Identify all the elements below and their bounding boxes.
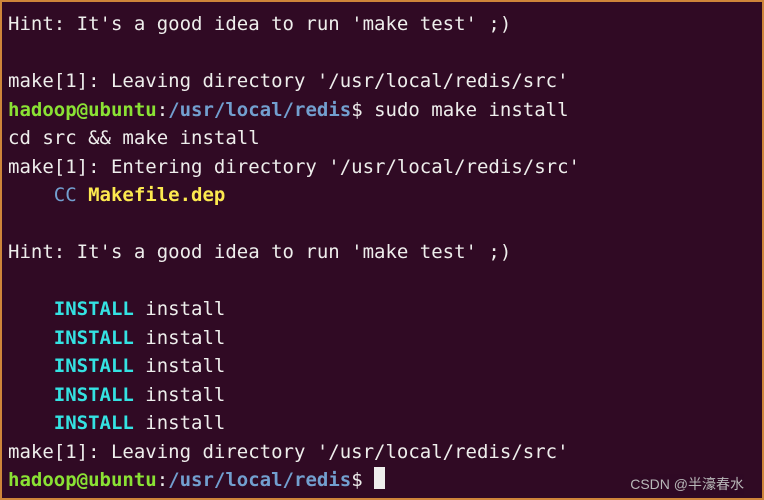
install-line: INSTALL install <box>8 295 756 324</box>
cc-label: CC <box>54 184 88 206</box>
cc-line: CC Makefile.dep <box>8 181 756 210</box>
install-label: INSTALL <box>54 298 146 320</box>
prompt-line: hadoop@ubuntu:/usr/local/redis$ sudo mak… <box>8 96 756 125</box>
install-line: INSTALL install <box>8 324 756 353</box>
user-host: hadoop@ubuntu <box>8 99 157 121</box>
install-target: install <box>145 384 225 406</box>
hint-line: Hint: It's a good idea to run 'make test… <box>8 10 756 39</box>
cwd-path: /usr/local/redis <box>168 469 351 491</box>
cc-file: Makefile.dep <box>88 184 225 206</box>
user-host: hadoop@ubuntu <box>8 469 157 491</box>
make-leaving-line: make[1]: Leaving directory '/usr/local/r… <box>8 438 756 467</box>
install-target: install <box>145 355 225 377</box>
install-label: INSTALL <box>54 355 146 377</box>
blank-line <box>8 267 756 296</box>
install-target: install <box>145 412 225 434</box>
install-label: INSTALL <box>54 412 146 434</box>
install-target: install <box>145 327 225 349</box>
install-label: INSTALL <box>54 384 146 406</box>
terminal-output[interactable]: Hint: It's a good idea to run 'make test… <box>8 10 756 495</box>
cursor-icon <box>374 467 385 489</box>
hint-line: Hint: It's a good idea to run 'make test… <box>8 238 756 267</box>
watermark: CSDN @半濠春水 <box>630 474 744 495</box>
command-text: sudo make install <box>374 99 568 121</box>
install-label: INSTALL <box>54 327 146 349</box>
blank-line <box>8 39 756 68</box>
make-entering-line: make[1]: Entering directory '/usr/local/… <box>8 153 756 182</box>
install-line: INSTALL install <box>8 381 756 410</box>
install-line: INSTALL install <box>8 409 756 438</box>
blank-line <box>8 210 756 239</box>
install-target: install <box>145 298 225 320</box>
make-leaving-line: make[1]: Leaving directory '/usr/local/r… <box>8 67 756 96</box>
install-line: INSTALL install <box>8 352 756 381</box>
cwd-path: /usr/local/redis <box>168 99 351 121</box>
output-line: cd src && make install <box>8 124 756 153</box>
